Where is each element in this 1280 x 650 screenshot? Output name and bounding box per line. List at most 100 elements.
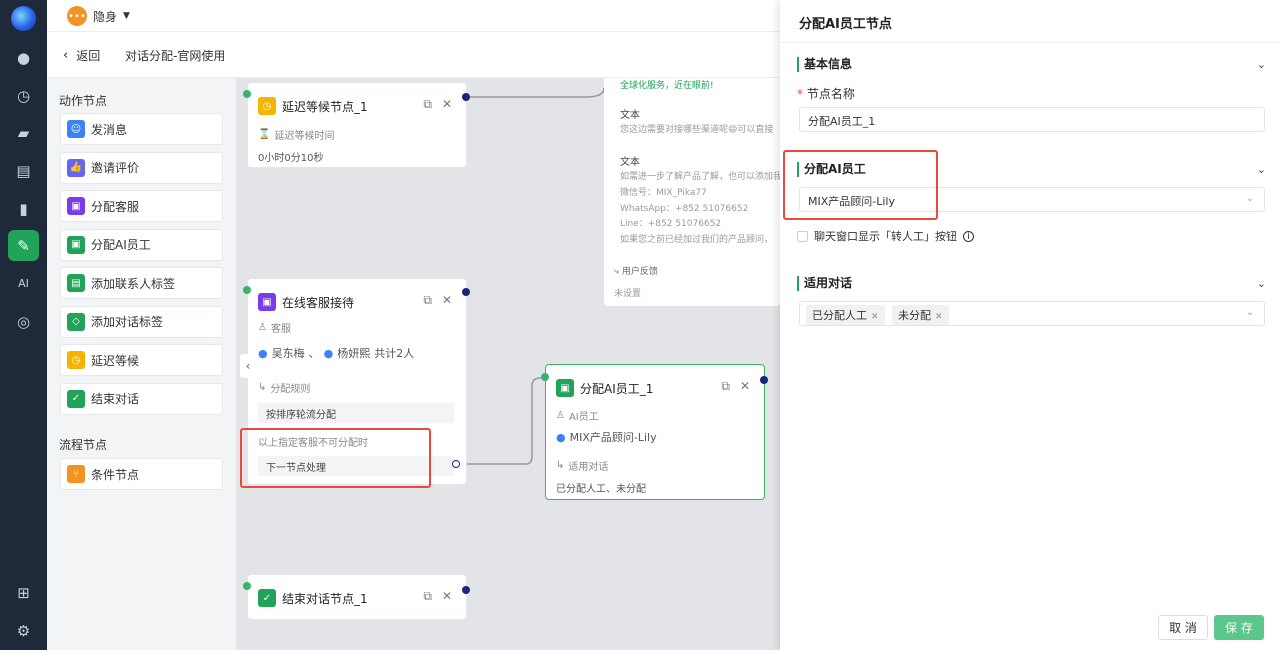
node-name-input[interactable]: 分配AI员工_1: [799, 107, 1265, 132]
panel-title: 分配AI员工节点: [799, 17, 892, 32]
chart-icon[interactable]: ▮: [11, 196, 36, 221]
end-dialog-icon: ✓: [67, 389, 85, 408]
palette-item-contact-tag[interactable]: ▤ 添加联系人标签: [60, 267, 223, 299]
chevron-down-icon: ⌄: [1245, 193, 1254, 204]
transfer-checkbox-row[interactable]: 聊天窗口显示「转人工」按钮 i: [797, 228, 974, 244]
close-icon[interactable]: ✕: [740, 379, 750, 394]
input-port[interactable]: [243, 90, 251, 98]
status-label: 隐身: [93, 9, 118, 24]
tag-assigned: 已分配人工 ✕: [806, 305, 885, 325]
left-rail: ● ◷ ▰ ▤ ▮ ✎ AI ◎ ⊞ ⚙: [0, 0, 47, 650]
assign-ai-icon: ▣: [67, 235, 85, 254]
info-icon[interactable]: i: [963, 230, 974, 242]
close-icon[interactable]: ✕: [442, 589, 452, 604]
status-selector[interactable]: ••• 隐身 ▼: [67, 6, 130, 26]
close-icon[interactable]: ✕: [871, 312, 879, 322]
input-port[interactable]: [243, 582, 251, 590]
copy-icon[interactable]: ⧉: [423, 293, 432, 308]
chat-icon[interactable]: ●: [11, 45, 36, 70]
contact-card-icon[interactable]: ▤: [11, 158, 36, 183]
chat-bubble-icon: •••: [67, 6, 87, 26]
copy-icon[interactable]: ⧉: [721, 379, 730, 394]
node-palette: 动作节点 ☺ 发消息 👍 邀请评价 ▣ 分配客服 ▣ 分配AI员工 ▤ 添加联系人标签 ◇ 添加对话标…: [47, 78, 236, 650]
monitor-icon[interactable]: ▰: [11, 120, 36, 145]
delay-label: 延迟等候时间: [274, 131, 335, 142]
palette-item-label: 添加对话标签: [91, 315, 164, 329]
output-port[interactable]: [462, 586, 470, 594]
palette-item-delay-wait[interactable]: ◷ 延迟等候: [60, 344, 223, 376]
agents-label: 客服: [270, 324, 291, 335]
history-icon[interactable]: ◷: [11, 83, 36, 108]
output-port[interactable]: [760, 376, 768, 384]
node-title: 在线客服接待: [282, 295, 355, 310]
close-icon[interactable]: ✕: [442, 293, 452, 308]
save-button[interactable]: 保 存: [1214, 615, 1264, 640]
ai-icon[interactable]: AI: [11, 271, 36, 296]
copy-icon[interactable]: ⧉: [423, 589, 432, 604]
assign-agent-icon: ▣: [67, 197, 85, 215]
chevron-down-icon[interactable]: ⌄: [1257, 163, 1266, 176]
palette-item-dialog-tag[interactable]: ◇ 添加对话标签: [60, 305, 223, 338]
message-node[interactable]: 全球化服务，近在眼前! 文本 您这边需要对接哪些渠道呢😄可以直接 文本 如需进一…: [604, 78, 780, 306]
node-title: 结束对话节点_1: [282, 591, 368, 606]
fallback-output-port[interactable]: [452, 460, 460, 468]
dialog-select[interactable]: 已分配人工 ✕ 未分配 ✕ ⌄: [799, 301, 1265, 326]
section-dialog: 适用对话: [797, 276, 852, 291]
cancel-button[interactable]: 取 消: [1158, 615, 1208, 640]
avatar-icon: ●: [323, 346, 334, 360]
chevron-down-icon: ⌄: [1245, 307, 1254, 318]
settings-icon[interactable]: ⚙: [11, 618, 36, 643]
palette-item-send-message[interactable]: ☺ 发消息: [60, 113, 223, 145]
chevron-down-icon: ▼: [123, 11, 130, 21]
collapse-palette-button[interactable]: ‹: [240, 354, 256, 378]
ai-value: ● MIX产品顾问-Lily: [556, 430, 657, 445]
chevron-left-icon: ‹: [63, 48, 69, 63]
palette-item-label: 结束对话: [91, 392, 140, 406]
palette-item-label: 邀请评价: [91, 161, 140, 175]
branch-icon: ⑂: [67, 465, 85, 483]
target-icon[interactable]: ◎: [11, 309, 36, 334]
end-node[interactable]: ✓ 结束对话节点_1 ⧉ ✕: [247, 574, 467, 620]
text-label: 文本: [620, 110, 640, 121]
message-text: 您这边需要对接哪些渠道呢😄可以直接: [620, 125, 774, 135]
checkbox[interactable]: [797, 230, 808, 242]
text-label: 文本: [620, 157, 640, 168]
avatar-icon: ●: [556, 430, 566, 444]
copy-icon[interactable]: ⧉: [423, 97, 432, 112]
avatar-icon: ●: [258, 346, 268, 360]
output-port[interactable]: [462, 288, 470, 296]
output-port[interactable]: [462, 93, 470, 101]
palette-item-invite-rating[interactable]: 👍 邀请评价: [60, 151, 223, 184]
palette-item-end-dialog[interactable]: ✓ 结束对话: [60, 382, 223, 415]
flow-icon[interactable]: ✎: [8, 230, 39, 261]
input-port[interactable]: [541, 373, 549, 381]
back-button[interactable]: ‹ 返回: [63, 47, 100, 64]
chevron-left-icon: ‹: [245, 359, 251, 373]
ai-node[interactable]: ▣ 分配AI员工_1 ⧉ ✕ ♙ AI员工 ● MIX产品顾问-Lily ↳ 适用对话 …: [545, 364, 765, 500]
branch-icon: ↳: [556, 460, 565, 471]
palette-item-assign-agent[interactable]: ▣ 分配客服: [60, 190, 223, 222]
app-logo-icon[interactable]: [11, 6, 36, 31]
palette-item-assign-ai[interactable]: ▣ 分配AI员工: [60, 228, 223, 261]
branch-icon: ↳: [258, 382, 267, 393]
palette-item-condition[interactable]: ⑂ 条件节点: [60, 458, 223, 490]
close-icon[interactable]: ✕: [935, 312, 943, 322]
delay-node[interactable]: ◷ 延迟等候节点_1 ⧉ ✕ ⌛ 延迟等候时间 0小时0分10秒: [247, 82, 467, 168]
divider: [780, 42, 1280, 43]
contact-tag-icon: ▤: [67, 274, 85, 292]
dialog-label: 适用对话: [568, 462, 609, 473]
close-icon[interactable]: ✕: [442, 97, 452, 112]
chevron-down-icon[interactable]: ⌄: [1257, 277, 1266, 290]
apps-icon[interactable]: ⊞: [11, 580, 36, 605]
ai-label: AI员工: [568, 412, 599, 423]
flow-canvas[interactable]: ◷ 延迟等候节点_1 ⧉ ✕ ⌛ 延迟等候时间 0小时0分10秒 全球化服务，近在眼…: [236, 78, 780, 650]
invite-rating-icon: 👍: [67, 158, 85, 177]
palette-item-label: 条件节点: [91, 467, 140, 482]
palette-item-label: 分配AI员工: [91, 238, 151, 252]
feedback-icon: ⤷: [614, 267, 622, 277]
sub-bar: ‹ 返回 对话分配-官网使用: [47, 32, 780, 78]
input-port[interactable]: [243, 286, 251, 294]
palette-item-label: 延迟等候: [91, 353, 140, 368]
chevron-down-icon[interactable]: ⌄: [1257, 58, 1266, 71]
top-bar: ••• 隐身 ▼: [47, 0, 780, 32]
